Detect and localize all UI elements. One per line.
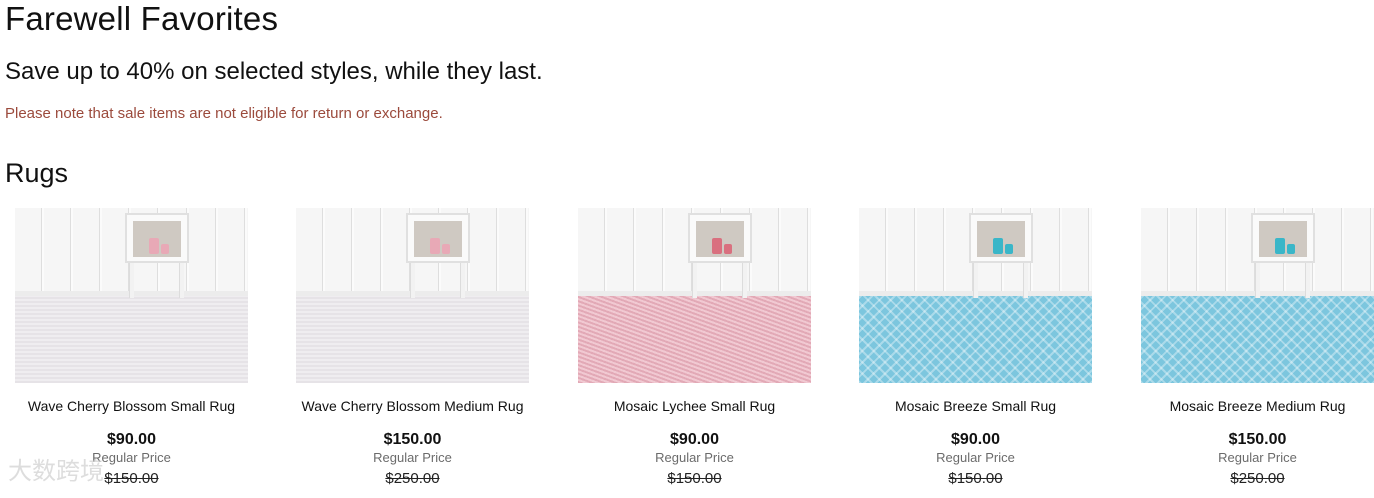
sale-price: $90.00 xyxy=(670,431,719,448)
vase xyxy=(712,238,722,254)
rug-swatch xyxy=(859,296,1092,383)
sale-subtitle: Save up to 40% on selected styles, while… xyxy=(5,58,543,85)
regular-price: $150.00 xyxy=(667,470,722,487)
vase xyxy=(161,244,169,254)
vase xyxy=(1005,244,1013,254)
sale-price: $150.00 xyxy=(1228,431,1287,448)
regular-price-label: Regular Price xyxy=(373,450,452,465)
sale-note: Please note that sale items are not elig… xyxy=(5,105,443,122)
product-card[interactable]: Mosaic Breeze Medium Rug $150.00 Regular… xyxy=(1141,208,1374,498)
vase xyxy=(993,238,1003,254)
product-image[interactable] xyxy=(1141,208,1374,383)
regular-price-label: Regular Price xyxy=(92,450,171,465)
product-name[interactable]: Mosaic Breeze Medium Rug xyxy=(1141,397,1374,415)
product-image[interactable] xyxy=(859,208,1092,383)
rug-swatch xyxy=(296,296,529,383)
vase xyxy=(724,244,732,254)
page-title: Farewell Favorites xyxy=(5,0,279,37)
shelf-leg xyxy=(1255,263,1260,298)
rug-swatch xyxy=(578,296,811,383)
rug-swatch xyxy=(1141,296,1374,383)
regular-price-label: Regular Price xyxy=(936,450,1015,465)
product-card[interactable]: Wave Cherry Blossom Medium Rug $150.00 R… xyxy=(296,208,529,498)
shelf-leg xyxy=(179,263,184,298)
regular-price: $150.00 xyxy=(948,470,1003,487)
rug-swatch xyxy=(15,296,248,383)
regular-price: $250.00 xyxy=(385,470,440,487)
regular-price-label: Regular Price xyxy=(1218,450,1297,465)
shelf-leg xyxy=(460,263,465,298)
product-name[interactable]: Wave Cherry Blossom Small Rug xyxy=(15,397,248,415)
shelf-leg xyxy=(129,263,134,298)
page: Farewell Favorites Save up to 40% on sel… xyxy=(0,0,1374,498)
sale-price: $90.00 xyxy=(951,431,1000,448)
sale-price: $150.00 xyxy=(383,431,442,448)
product-card[interactable]: Mosaic Lychee Small Rug $90.00 Regular P… xyxy=(578,208,811,498)
product-image[interactable] xyxy=(15,208,248,383)
shelf-leg xyxy=(1305,263,1310,298)
product-name[interactable]: Mosaic Lychee Small Rug xyxy=(578,397,811,415)
shelf-leg xyxy=(973,263,978,298)
shelf-leg xyxy=(692,263,697,298)
regular-price: $250.00 xyxy=(1230,470,1285,487)
vase xyxy=(149,238,159,254)
regular-price: $150.00 xyxy=(104,470,159,487)
regular-price-label: Regular Price xyxy=(655,450,734,465)
product-card[interactable]: Wave Cherry Blossom Small Rug $90.00 Reg… xyxy=(15,208,248,498)
product-grid: Wave Cherry Blossom Small Rug $90.00 Reg… xyxy=(15,208,1374,498)
vase xyxy=(430,238,440,254)
product-card[interactable]: Mosaic Breeze Small Rug $90.00 Regular P… xyxy=(859,208,1092,498)
product-name[interactable]: Wave Cherry Blossom Medium Rug xyxy=(296,397,529,415)
vase xyxy=(442,244,450,254)
shelf-leg xyxy=(410,263,415,298)
product-image[interactable] xyxy=(296,208,529,383)
shelf-leg xyxy=(742,263,747,298)
section-title-rugs: Rugs xyxy=(5,158,69,188)
vase xyxy=(1275,238,1285,254)
shelf-leg xyxy=(1023,263,1028,298)
sale-price: $90.00 xyxy=(107,431,156,448)
vase xyxy=(1287,244,1295,254)
product-name[interactable]: Mosaic Breeze Small Rug xyxy=(859,397,1092,415)
product-image[interactable] xyxy=(578,208,811,383)
